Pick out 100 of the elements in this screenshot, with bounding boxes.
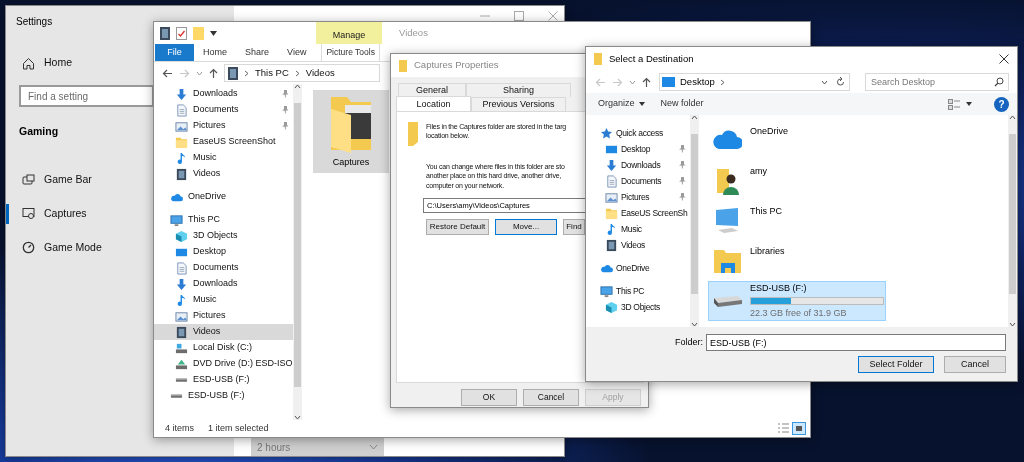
section-heading: Gaming <box>19 124 59 139</box>
nav-item[interactable]: Quick access <box>586 125 690 141</box>
nav-item[interactable]: Videos <box>154 324 293 340</box>
dialog-button[interactable]: Select Folder <box>858 356 934 373</box>
up-arrow-icon[interactable] <box>209 67 218 79</box>
nav-item[interactable]: Music <box>586 221 690 237</box>
folder-item[interactable]: This PC <box>708 201 886 241</box>
checklist-icon[interactable] <box>176 26 187 40</box>
field-label: Folder: <box>675 335 703 349</box>
nav-item[interactable]: This PC <box>154 212 293 228</box>
dialog-button[interactable]: OK <box>461 389 517 406</box>
chevron-down-icon[interactable] <box>629 79 636 85</box>
refresh-icon[interactable] <box>836 77 845 87</box>
chevron-down-icon[interactable] <box>196 70 203 76</box>
ribbon-tab[interactable]: File <box>155 44 194 61</box>
view-options-icon[interactable] <box>948 98 960 110</box>
nav-item[interactable]: EaseUS ScreenShot <box>154 134 293 150</box>
nav-item[interactable]: Videos <box>154 166 293 182</box>
help-button[interactable]: ? <box>994 96 1009 112</box>
toolbar-button[interactable]: New folder <box>660 97 704 111</box>
gauge-icon <box>22 241 35 255</box>
nav-item[interactable]: Downloads <box>154 86 293 102</box>
nav-item[interactable]: Music <box>154 150 293 166</box>
nav-item[interactable]: Music <box>154 292 293 308</box>
forward-arrow-icon[interactable] <box>179 68 190 78</box>
dialog-button[interactable]: Cancel <box>523 389 579 406</box>
film-icon[interactable] <box>160 26 170 40</box>
nav-item[interactable]: Pictures <box>154 118 293 134</box>
nav-item[interactable]: Game Mode <box>6 237 110 258</box>
nav-item[interactable]: ESD-USB (F:) <box>154 372 293 388</box>
folder-item[interactable]: ESD-USB (F:) 22.3 GB free of 31.9 GB <box>708 281 886 321</box>
monitor-icon <box>170 213 183 227</box>
item-name: This PC <box>750 205 782 218</box>
folder-icon <box>399 59 407 72</box>
toolbar-button[interactable]: Organize <box>598 97 645 111</box>
breadcrumb-link[interactable]: Videos <box>305 65 335 81</box>
nav-item[interactable]: 3D Objects <box>154 228 293 244</box>
nav-item[interactable]: Videos <box>586 237 690 253</box>
nav-item[interactable]: EaseUS ScreenSh <box>586 205 690 221</box>
cube-icon <box>605 300 618 314</box>
caret-icon[interactable] <box>210 30 217 36</box>
nav-item[interactable]: Downloads <box>586 157 690 173</box>
ribbon-tab[interactable]: Share <box>236 44 279 61</box>
tab[interactable]: Sharing <box>466 83 571 97</box>
folder-item[interactable]: Libraries <box>708 241 886 281</box>
address-bar[interactable]: Desktop <box>659 73 850 91</box>
forward-arrow-icon[interactable] <box>612 77 623 87</box>
nav-item[interactable]: OneDrive <box>586 260 690 276</box>
scrollbar[interactable] <box>690 115 699 327</box>
nav-item[interactable]: Desktop <box>154 244 293 260</box>
nav-item[interactable]: Game Bar <box>6 169 100 190</box>
ribbon-tab[interactable]: Picture Tools <box>321 44 380 61</box>
nav-item[interactable]: Documents <box>154 260 293 276</box>
back-arrow-icon[interactable] <box>162 68 173 78</box>
nav-item[interactable]: ESD-USB (F:) <box>154 388 293 404</box>
nav-item[interactable]: OneDrive <box>154 189 293 205</box>
nav-item[interactable]: DVD Drive (D:) ESD-ISO <box>154 356 293 372</box>
window-title: Videos <box>399 25 428 40</box>
nav-item[interactable]: 3D Objects <box>586 299 690 315</box>
folder-item[interactable]: Captures <box>313 90 389 173</box>
folder-field[interactable]: ESD-USB (F:) <box>706 334 1006 351</box>
window-title: Captures Properties <box>414 58 499 73</box>
nav-item[interactable]: Pictures <box>586 189 690 205</box>
tab[interactable]: Previous Versions <box>471 97 566 111</box>
breadcrumb-link[interactable]: This PC <box>255 65 289 81</box>
action-button[interactable]: Move... <box>495 219 557 236</box>
folder-item[interactable]: amy <box>708 161 886 201</box>
chevron-down-icon <box>294 415 301 420</box>
large-icons-view-icon[interactable] <box>792 422 806 435</box>
item-name: Libraries <box>750 245 785 258</box>
screen-capture-icon <box>22 207 35 221</box>
nav-item[interactable]: Home <box>6 53 80 73</box>
nav-item[interactable]: Pictures <box>154 308 293 324</box>
tab[interactable]: Location <box>396 96 471 112</box>
address-bar[interactable]: This PC Videos <box>224 64 380 82</box>
dialog-button[interactable]: Cancel <box>944 356 1006 373</box>
action-button[interactable]: Restore Default <box>426 219 489 236</box>
scrollbar[interactable] <box>1008 115 1017 327</box>
search-field[interactable]: Find a setting <box>19 85 154 107</box>
up-arrow-icon[interactable] <box>642 76 651 88</box>
ribbon-tab[interactable]: View <box>278 44 316 61</box>
maximize-icon[interactable] <box>514 11 524 21</box>
chevron-down-icon[interactable] <box>821 79 828 85</box>
breadcrumb-link[interactable]: Desktop <box>680 74 715 90</box>
drive-icon <box>175 378 188 382</box>
nav-item[interactable]: This PC <box>586 283 690 299</box>
action-button[interactable]: Find <box>563 219 585 236</box>
scrollbar[interactable] <box>293 84 302 420</box>
caret-icon[interactable] <box>966 102 972 106</box>
nav-item[interactable]: Documents <box>586 173 690 189</box>
nav-item[interactable]: Downloads <box>154 276 293 292</box>
ribbon-tab[interactable]: Home <box>194 44 236 61</box>
nav-item[interactable]: Desktop <box>586 141 690 157</box>
folder-item[interactable]: OneDrive <box>708 121 886 161</box>
nav-item[interactable]: Local Disk (C:) <box>154 340 293 356</box>
tab[interactable]: General <box>398 83 466 97</box>
nav-item[interactable]: Captures <box>6 203 95 224</box>
nav-item[interactable]: Documents <box>154 102 293 118</box>
close-icon[interactable] <box>999 54 1009 64</box>
folder-icon <box>605 206 618 220</box>
